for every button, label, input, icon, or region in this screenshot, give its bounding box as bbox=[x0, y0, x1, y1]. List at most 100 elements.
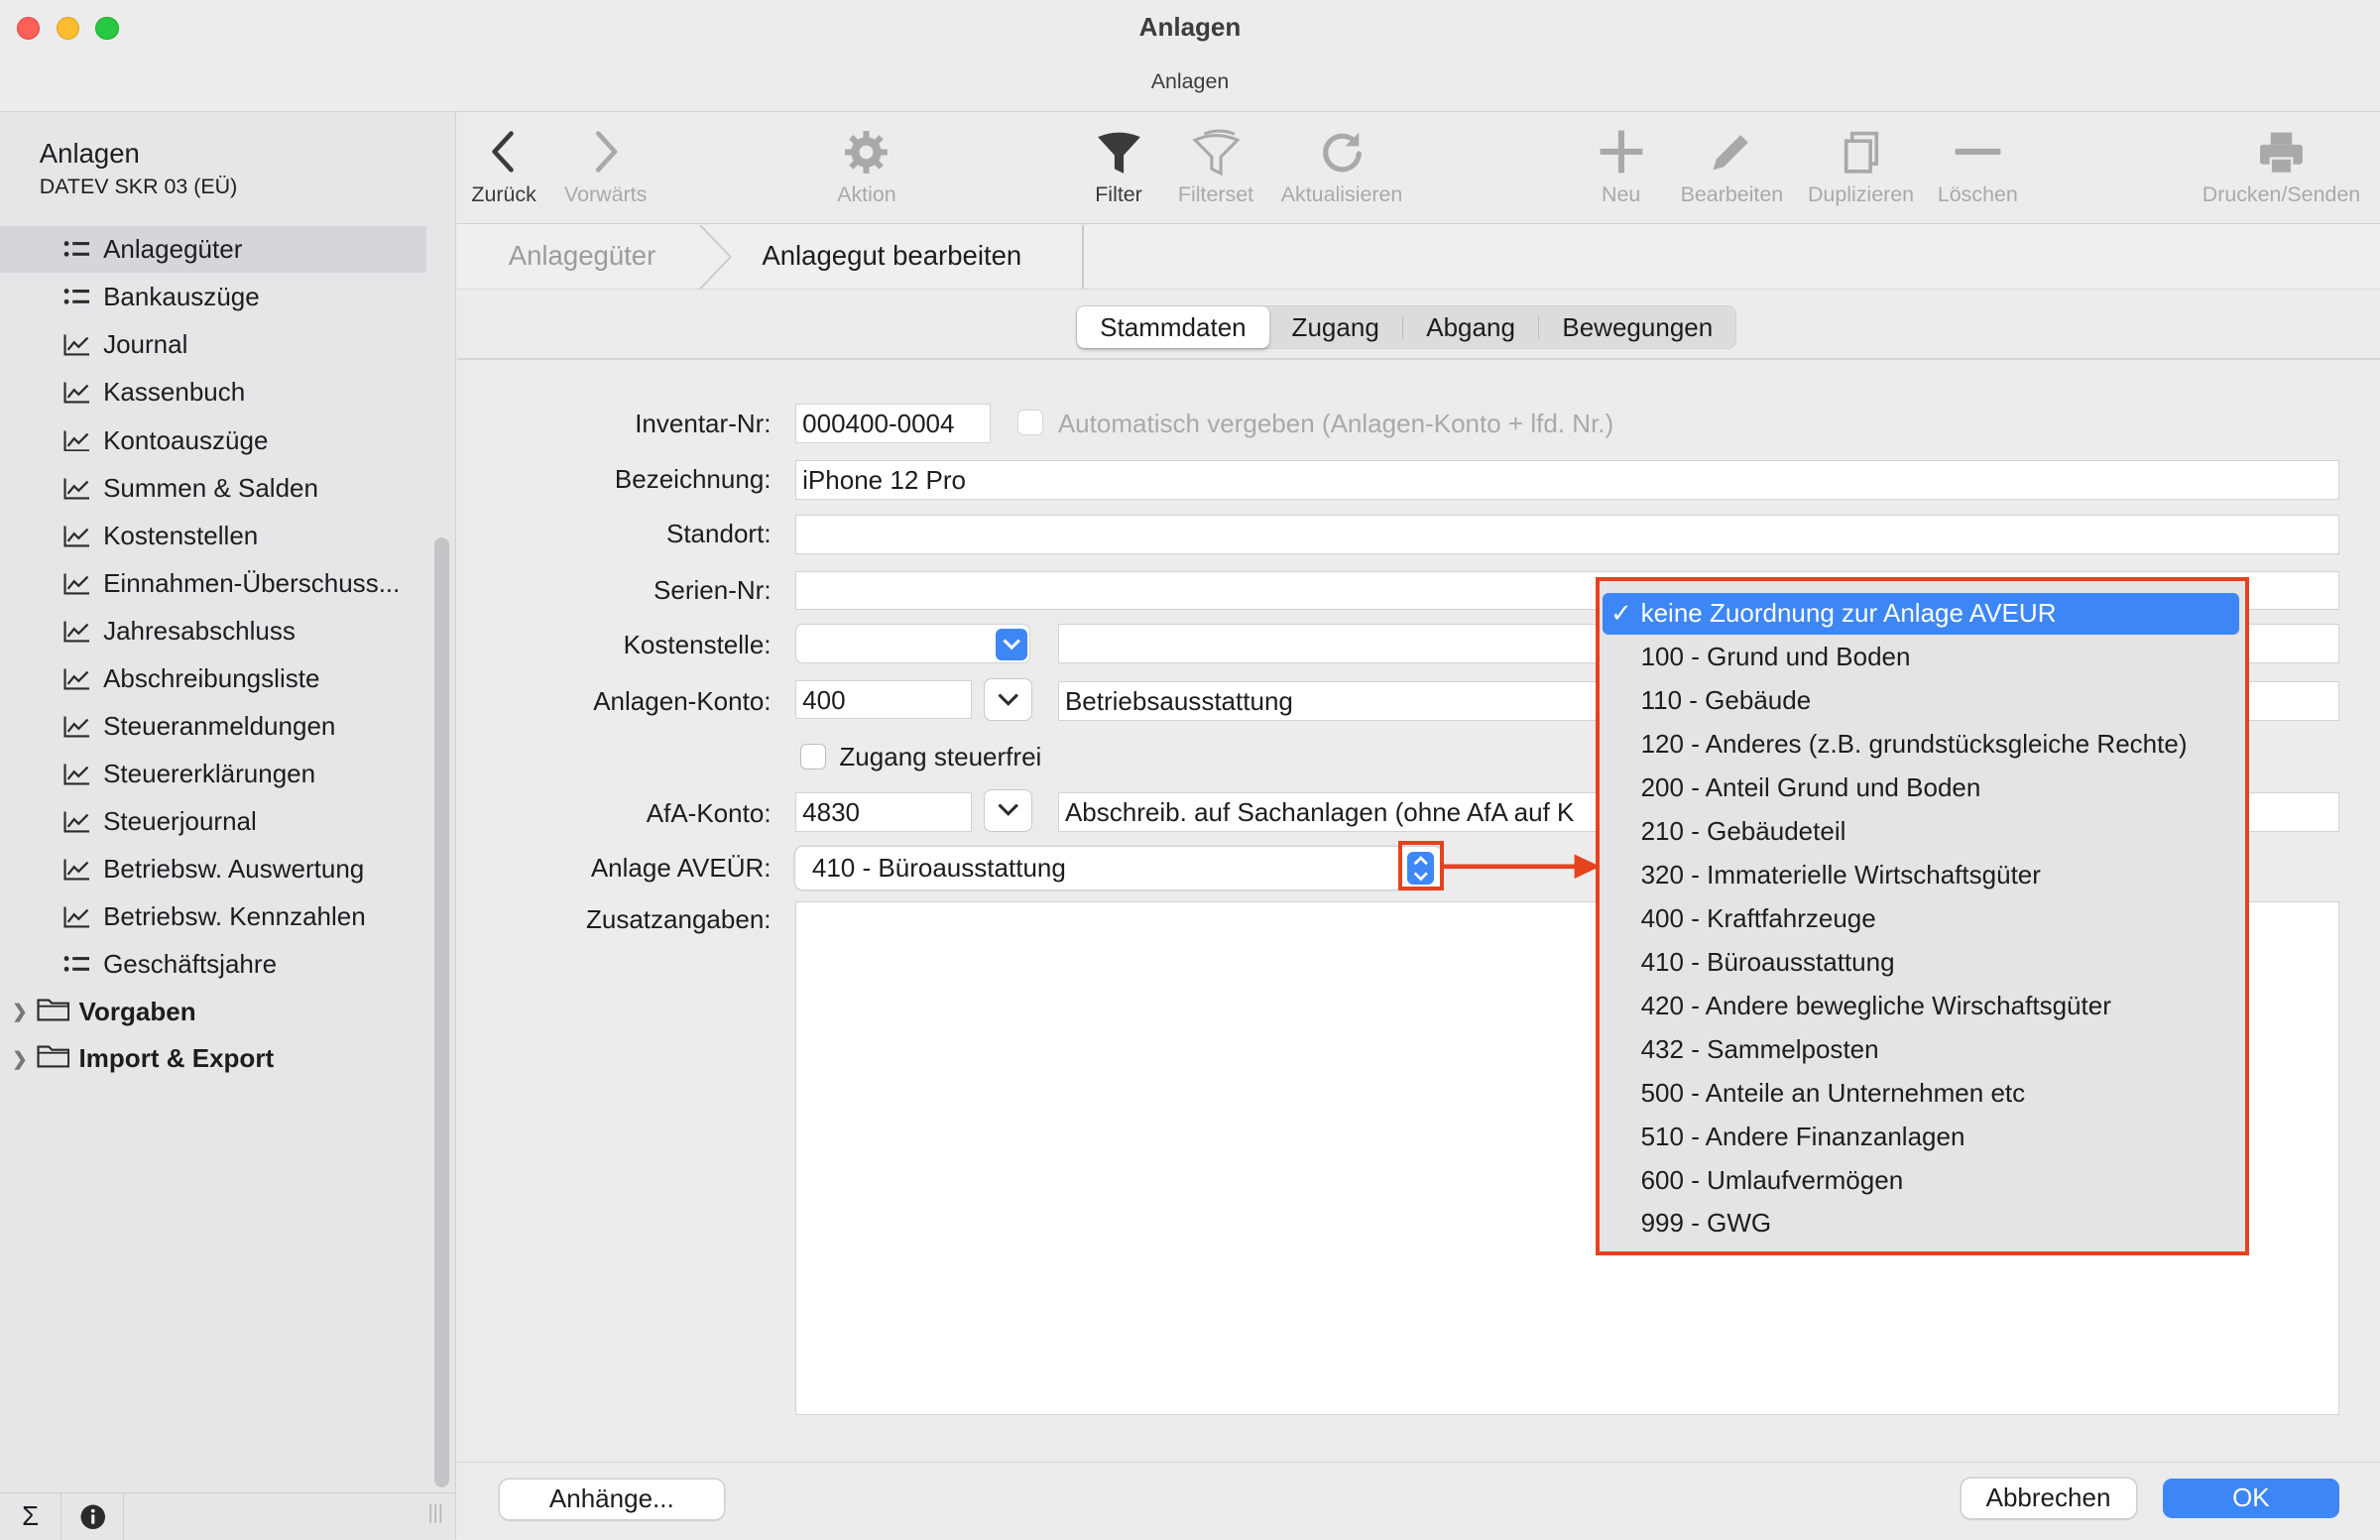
title-bar: Anlagen Anlagen bbox=[0, 0, 2380, 112]
kostenstelle-label: Kostenstelle: bbox=[623, 630, 772, 660]
bezeichnung-label: Bezeichnung: bbox=[614, 464, 772, 495]
new-button[interactable]: Neu bbox=[1594, 121, 1648, 206]
disclosure-chevron-icon[interactable]: ❯ bbox=[12, 1001, 30, 1022]
sidebar-folder-vorgaben[interactable]: ❯ Vorgaben bbox=[0, 988, 426, 1034]
refresh-icon bbox=[1273, 121, 1410, 181]
zusatzangaben-label: Zusatzangaben: bbox=[585, 904, 772, 935]
chevron-down-icon[interactable] bbox=[996, 628, 1028, 660]
duplicate-button[interactable]: Duplizieren bbox=[1802, 121, 1920, 206]
afa-konto-dropdown[interactable] bbox=[983, 788, 1032, 832]
anlage-aveur-label: Anlage AVEÜR: bbox=[590, 853, 772, 884]
sidebar-item[interactable]: Kassenbuch bbox=[0, 369, 426, 415]
inventar-label: Inventar-Nr: bbox=[635, 408, 772, 438]
sidebar-item-label: Steueranmeldungen bbox=[103, 710, 336, 741]
funnel-stack-icon bbox=[1170, 121, 1261, 181]
sidebar-scrollbar[interactable] bbox=[433, 536, 450, 1487]
info-icon[interactable] bbox=[62, 1492, 124, 1540]
list-icon bbox=[63, 239, 103, 260]
highlight-box bbox=[1397, 840, 1444, 891]
tab-abgang[interactable]: Abgang bbox=[1403, 306, 1538, 349]
chart-icon bbox=[63, 525, 103, 547]
annotation-arrow-icon bbox=[1443, 854, 1601, 880]
chevron-left-icon bbox=[466, 121, 542, 181]
back-button[interactable]: Zurück bbox=[466, 121, 542, 206]
tab-bar: Stammdaten Zugang Abgang Bewegungen bbox=[1076, 304, 1737, 350]
sidebar-item-label: Geschäftsjahre bbox=[103, 949, 278, 980]
ok-button[interactable]: OK bbox=[2163, 1478, 2339, 1518]
forward-button[interactable]: Vorwärts bbox=[557, 121, 654, 206]
sidebar-item[interactable]: Bankauszüge bbox=[0, 274, 426, 320]
action-button[interactable]: Aktion bbox=[827, 121, 906, 206]
chart-icon bbox=[63, 810, 103, 833]
breadcrumb-parent[interactable]: Anlagegüter bbox=[509, 240, 656, 272]
sidebar-item-label: Kostenstellen bbox=[103, 520, 259, 550]
chart-icon bbox=[63, 572, 103, 595]
serien-label: Serien-Nr: bbox=[654, 575, 772, 606]
anlagen-konto-dropdown[interactable] bbox=[983, 678, 1032, 722]
pencil-icon bbox=[1674, 121, 1789, 181]
chart-icon bbox=[63, 381, 103, 404]
sidebar-subtitle: DATEV SKR 03 (EÜ) bbox=[39, 175, 238, 198]
chevron-down-icon bbox=[998, 803, 1018, 817]
sidebar-item[interactable]: Kontoauszüge bbox=[0, 416, 426, 463]
sidebar-item-label: Steuererklärungen bbox=[103, 758, 316, 788]
chart-icon bbox=[63, 429, 103, 452]
sidebar-item[interactable]: Betriebsw. Auswertung bbox=[0, 846, 426, 892]
duplicate-icon bbox=[1802, 121, 1920, 181]
list-icon bbox=[63, 954, 103, 975]
sidebar-item[interactable]: Summen & Salden bbox=[0, 464, 426, 511]
cancel-button[interactable]: Abbrechen bbox=[1961, 1478, 2136, 1518]
menu-highlight-box bbox=[1595, 576, 2250, 1255]
filter-button[interactable]: Filter bbox=[1085, 121, 1151, 206]
chart-icon bbox=[63, 333, 103, 356]
anlagen-konto-input[interactable]: 400 bbox=[795, 679, 972, 720]
chart-icon bbox=[63, 477, 103, 500]
delete-button[interactable]: Löschen bbox=[1932, 121, 2023, 206]
refresh-button[interactable]: Aktualisieren bbox=[1273, 121, 1410, 206]
chevron-down-icon bbox=[998, 693, 1018, 706]
sidebar-item[interactable]: Steuererklärungen bbox=[0, 751, 426, 797]
bezeichnung-input[interactable]: iPhone 12 Pro bbox=[795, 459, 2339, 500]
sidebar-item[interactable]: Steuerjournal bbox=[0, 798, 426, 845]
print-send-button[interactable]: Drucken/Senden bbox=[2195, 121, 2367, 206]
sidebar-item[interactable]: Abschreibungsliste bbox=[0, 655, 426, 702]
standort-input[interactable] bbox=[795, 514, 2339, 554]
sidebar-item-label: Betriebsw. Auswertung bbox=[103, 854, 365, 885]
folder-icon bbox=[37, 996, 79, 1028]
resize-handle-icon[interactable]: ||| bbox=[427, 1502, 443, 1525]
funnel-icon bbox=[1085, 121, 1151, 181]
edit-button[interactable]: Bearbeiten bbox=[1674, 121, 1789, 206]
breadcrumb-separator-icon bbox=[698, 224, 732, 289]
tab-zugang[interactable]: Zugang bbox=[1269, 306, 1402, 349]
anlage-aveur-popup[interactable]: 410 - Büroausstattung bbox=[795, 847, 1443, 889]
sidebar-item[interactable]: Steueranmeldungen bbox=[0, 703, 426, 750]
inventar-nr-input[interactable]: 000400-0004 bbox=[795, 404, 992, 443]
printer-icon bbox=[2195, 121, 2367, 181]
standort-label: Standort: bbox=[665, 519, 772, 549]
attachments-button[interactable]: Anhänge... bbox=[499, 1480, 725, 1520]
sidebar-item[interactable]: Einnahmen-Überschuss... bbox=[0, 559, 426, 606]
sidebar-item-label: Betriebsw. Kennzahlen bbox=[103, 901, 366, 932]
sidebar-title: Anlagen bbox=[39, 138, 140, 170]
sidebar-item[interactable]: Kostenstellen bbox=[0, 512, 426, 558]
tab-bewegungen[interactable]: Bewegungen bbox=[1539, 306, 1735, 349]
chevron-right-icon bbox=[557, 121, 654, 181]
sidebar-item-label: Anlagegüter bbox=[103, 234, 243, 265]
sidebar-item[interactable]: Geschäftsjahre bbox=[0, 941, 426, 988]
sidebar-item-label: Abschreibungsliste bbox=[103, 662, 320, 693]
tab-stammdaten[interactable]: Stammdaten bbox=[1077, 305, 1269, 349]
zugang-steuerfrei-checkbox[interactable] bbox=[799, 743, 826, 770]
gear-icon bbox=[827, 121, 906, 181]
sidebar-item[interactable]: Jahresabschluss bbox=[0, 608, 426, 654]
sidebar-folder-import-export[interactable]: ❯ Import & Export bbox=[0, 1035, 426, 1082]
sum-icon[interactable]: Σ bbox=[0, 1492, 62, 1540]
afa-konto-input[interactable]: 4830 bbox=[795, 791, 972, 832]
filterset-button[interactable]: Filterset bbox=[1170, 121, 1261, 206]
chart-icon bbox=[63, 905, 103, 928]
chart-icon bbox=[63, 667, 103, 690]
sidebar-item[interactable]: Anlagegüter bbox=[0, 226, 427, 274]
sidebar-item[interactable]: Betriebsw. Kennzahlen bbox=[0, 893, 426, 940]
sidebar-item[interactable]: Journal bbox=[0, 321, 426, 368]
auto-assign-checkbox[interactable] bbox=[1016, 410, 1043, 436]
disclosure-chevron-icon[interactable]: ❯ bbox=[12, 1048, 30, 1070]
